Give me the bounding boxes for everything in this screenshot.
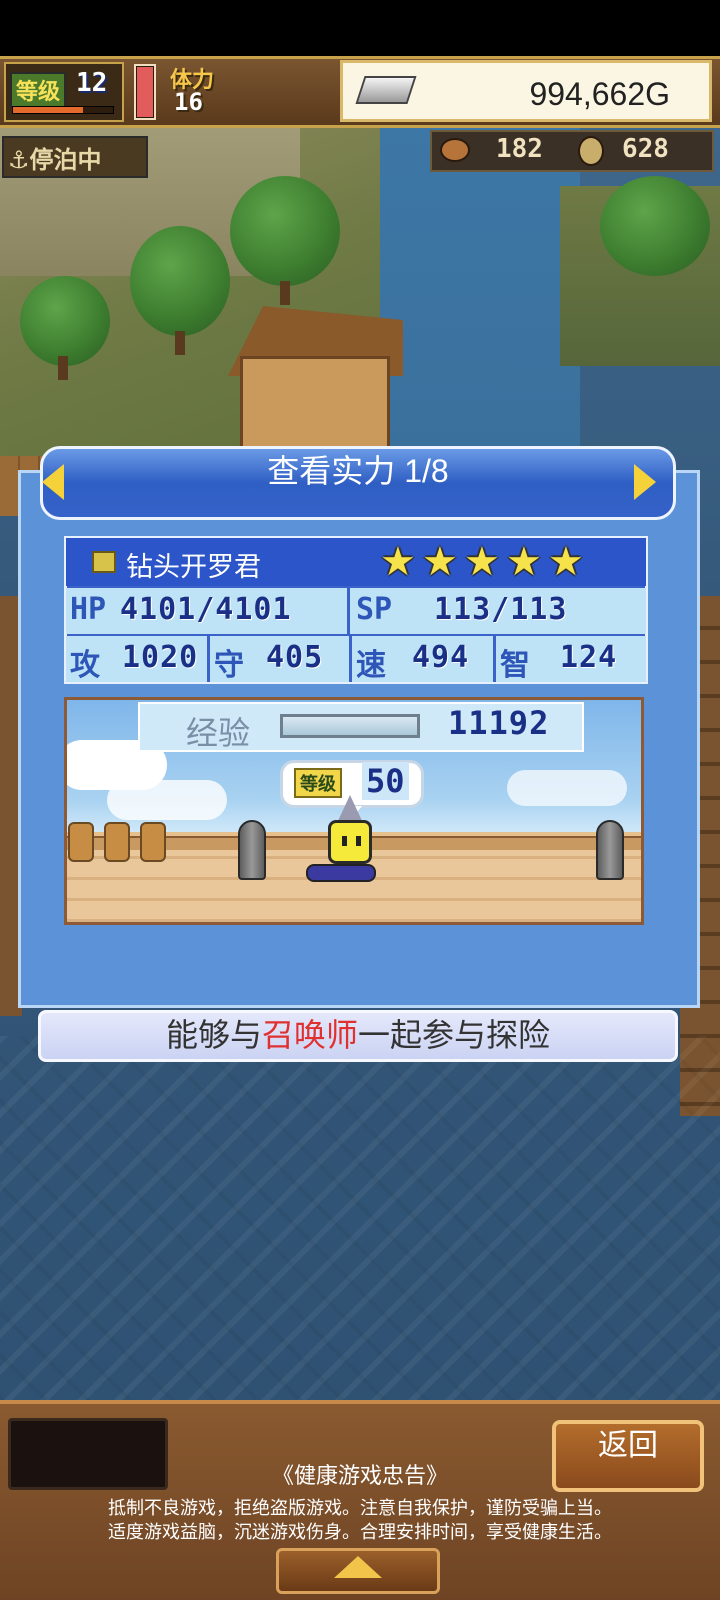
character-name: 钻头开罗君 (126, 552, 261, 582)
player-exp-fill (13, 107, 83, 113)
cloud (107, 780, 227, 820)
star-icon: ★ (422, 539, 458, 585)
character-level-label: 等级 (294, 768, 342, 798)
moored-label: ⚓停泊中 (8, 140, 102, 175)
star-icon: ★ (506, 539, 542, 585)
stamina-value: 16 (174, 88, 203, 116)
up-arrow-icon (334, 1556, 382, 1578)
sea (0, 1036, 720, 1400)
star-icon: ★ (464, 539, 500, 585)
arrow-left-icon (42, 464, 64, 500)
coin-icon (578, 136, 604, 166)
resource-box (430, 130, 714, 172)
atk-value: 1020 (122, 640, 199, 675)
silver-ingot-icon (355, 76, 417, 104)
description-before: 能够与 (165, 1017, 262, 1053)
description-highlight: 召唤师 (261, 1017, 358, 1053)
def-label: 守 (214, 648, 244, 683)
exp-value: 11192 (448, 704, 550, 742)
stamina-fill (137, 67, 153, 117)
player-level-label: 等级 (10, 72, 67, 108)
character-level-value: 50 (362, 762, 409, 800)
int-value: 124 (560, 640, 618, 675)
hp-value: 4101/4101 (120, 592, 292, 627)
character-eye (356, 836, 361, 846)
anchor-icon: ⚓ (8, 146, 30, 174)
next-button[interactable] (628, 460, 658, 504)
exp-bar (280, 714, 420, 738)
description-after: 一起参与探险 (358, 1017, 551, 1053)
sp-value: 113/113 (434, 592, 568, 627)
tree (230, 176, 340, 286)
barrel (68, 822, 94, 862)
resource-b-value: 628 (622, 134, 669, 164)
health-advice-line-1: 抵制不良游戏，拒绝盗版游戏。注意自我保护，谨防受骗上当。 (108, 1498, 612, 1518)
health-advice-line-2: 适度游戏益脑，沉迷游戏伤身。合理安排时间，享受健康生活。 (108, 1522, 612, 1542)
food-icon (440, 138, 470, 162)
health-advice-title: 《健康游戏忠告》 (271, 1463, 448, 1488)
character-feet (306, 864, 376, 882)
character-sprite (328, 820, 372, 864)
resource-a-value: 182 (496, 134, 543, 164)
barrel (140, 822, 166, 862)
status-strip (0, 0, 720, 56)
tree-trunk (58, 356, 68, 380)
description-text: 能够与召唤师一起参与探险 (38, 1010, 678, 1062)
def-value: 405 (266, 640, 324, 675)
arrow-right-icon (634, 464, 656, 500)
spd-label: 速 (356, 648, 386, 683)
star-icon: ★ (380, 539, 416, 585)
sp-label: SP (356, 592, 393, 627)
barrel (104, 822, 130, 862)
hp-label: HP (70, 592, 107, 627)
character-eye (342, 836, 347, 846)
panel-title: 查看实力 1/8 (267, 453, 449, 489)
tree-trunk (175, 331, 185, 355)
prev-button[interactable] (38, 460, 68, 504)
tree (130, 226, 230, 336)
gold-value: 994,662G (529, 76, 670, 112)
cannon (238, 820, 266, 880)
int-label: 智 (500, 648, 530, 683)
status-text: 停泊中 (29, 146, 102, 174)
tree (600, 176, 710, 276)
exp-label: 经验 (186, 715, 251, 751)
tree (20, 276, 110, 366)
character-class-icon (92, 551, 116, 573)
tree-trunk (280, 281, 290, 305)
star-icon: ★ (548, 539, 584, 585)
cloud (507, 770, 627, 806)
cannon (596, 820, 624, 880)
spd-value: 494 (412, 640, 470, 675)
atk-label: 攻 (70, 648, 100, 683)
player-level-value: 12 (76, 68, 108, 98)
